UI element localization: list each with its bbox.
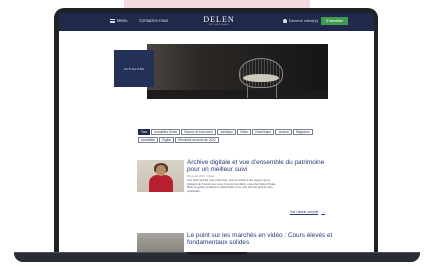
article-meta: 25 janvier 2023 · Digital [187, 175, 215, 178]
category-filters: Tout Actualités Delen Bourse et économie… [138, 129, 338, 144]
filter-chip[interactable]: Vidéo [237, 129, 252, 135]
menu-button[interactable]: Menu [110, 18, 127, 23]
filter-row-1: Tout Actualités Delen Bourse et économie… [138, 129, 338, 135]
filter-chip[interactable]: Bourse et économie [181, 129, 216, 135]
article-excerpt: Pour Nele Vanhille votre patrimoine, vou… [187, 179, 276, 193]
become-client-link[interactable]: Devenir client(e) [283, 18, 318, 23]
article-thumbnail[interactable] [137, 160, 184, 192]
filter-chip[interactable]: Magazine [292, 129, 313, 135]
article-card: Le point sur les marchés en vidéo : Cour… [137, 232, 337, 253]
hamburger-icon [110, 18, 115, 23]
chair-legs [247, 84, 277, 98]
article-thumbnail[interactable] [137, 233, 184, 253]
brand-subtitle: PRIVATE BANK [208, 24, 230, 26]
hero-title: Actualités [123, 66, 145, 71]
filter-chip[interactable]: Actualités [138, 136, 158, 143]
article-card: Archive digitale et vue d'ensemble du pa… [137, 159, 337, 214]
article-title[interactable]: Archive digitale et vue d'ensemble du pa… [187, 159, 337, 174]
chair-cushion [243, 74, 279, 82]
hero-image [147, 44, 328, 99]
contact-link[interactable]: Contactez-nous [139, 18, 168, 23]
hero-title-box: Actualités [114, 50, 154, 87]
user-icon [283, 18, 287, 23]
filter-chip[interactable]: Numérique [252, 129, 275, 135]
filter-chip[interactable]: Journal [275, 129, 292, 135]
laptop-notch [187, 252, 247, 255]
filter-chip[interactable]: Actualités Delen [151, 129, 181, 135]
filter-chip[interactable]: Résultats annuels de 2022 [175, 136, 219, 143]
filter-row-2: Actualités Digital Résultats annuels de … [138, 136, 338, 143]
top-navbar: Menu Contactez-nous DELEN PRIVATE BANK D… [59, 13, 374, 31]
filter-chip[interactable]: Juridique [217, 129, 236, 135]
hero-floor [147, 90, 328, 99]
brand-name: DELEN [203, 15, 235, 24]
login-label: S'identifier [325, 19, 344, 23]
laptop-screen: Menu Contactez-nous DELEN PRIVATE BANK D… [59, 13, 374, 253]
read-more-link[interactable]: Voir l'article complet → [290, 209, 325, 214]
read-more-label: Voir l'article complet [290, 209, 319, 214]
menu-label: Menu [117, 18, 128, 23]
login-button[interactable]: S'identifier [321, 17, 348, 25]
filter-chip[interactable]: Digital [159, 136, 174, 143]
brand-logo[interactable]: DELEN PRIVATE BANK [199, 15, 239, 26]
person-head [156, 165, 166, 176]
person-body [149, 175, 173, 192]
article-title[interactable]: Le point sur les marchés en vidéo : Cour… [187, 232, 337, 247]
filter-chip[interactable]: Tout [138, 129, 151, 135]
become-client-label: Devenir client(e) [289, 18, 319, 23]
arrow-right-icon: → [321, 209, 326, 214]
